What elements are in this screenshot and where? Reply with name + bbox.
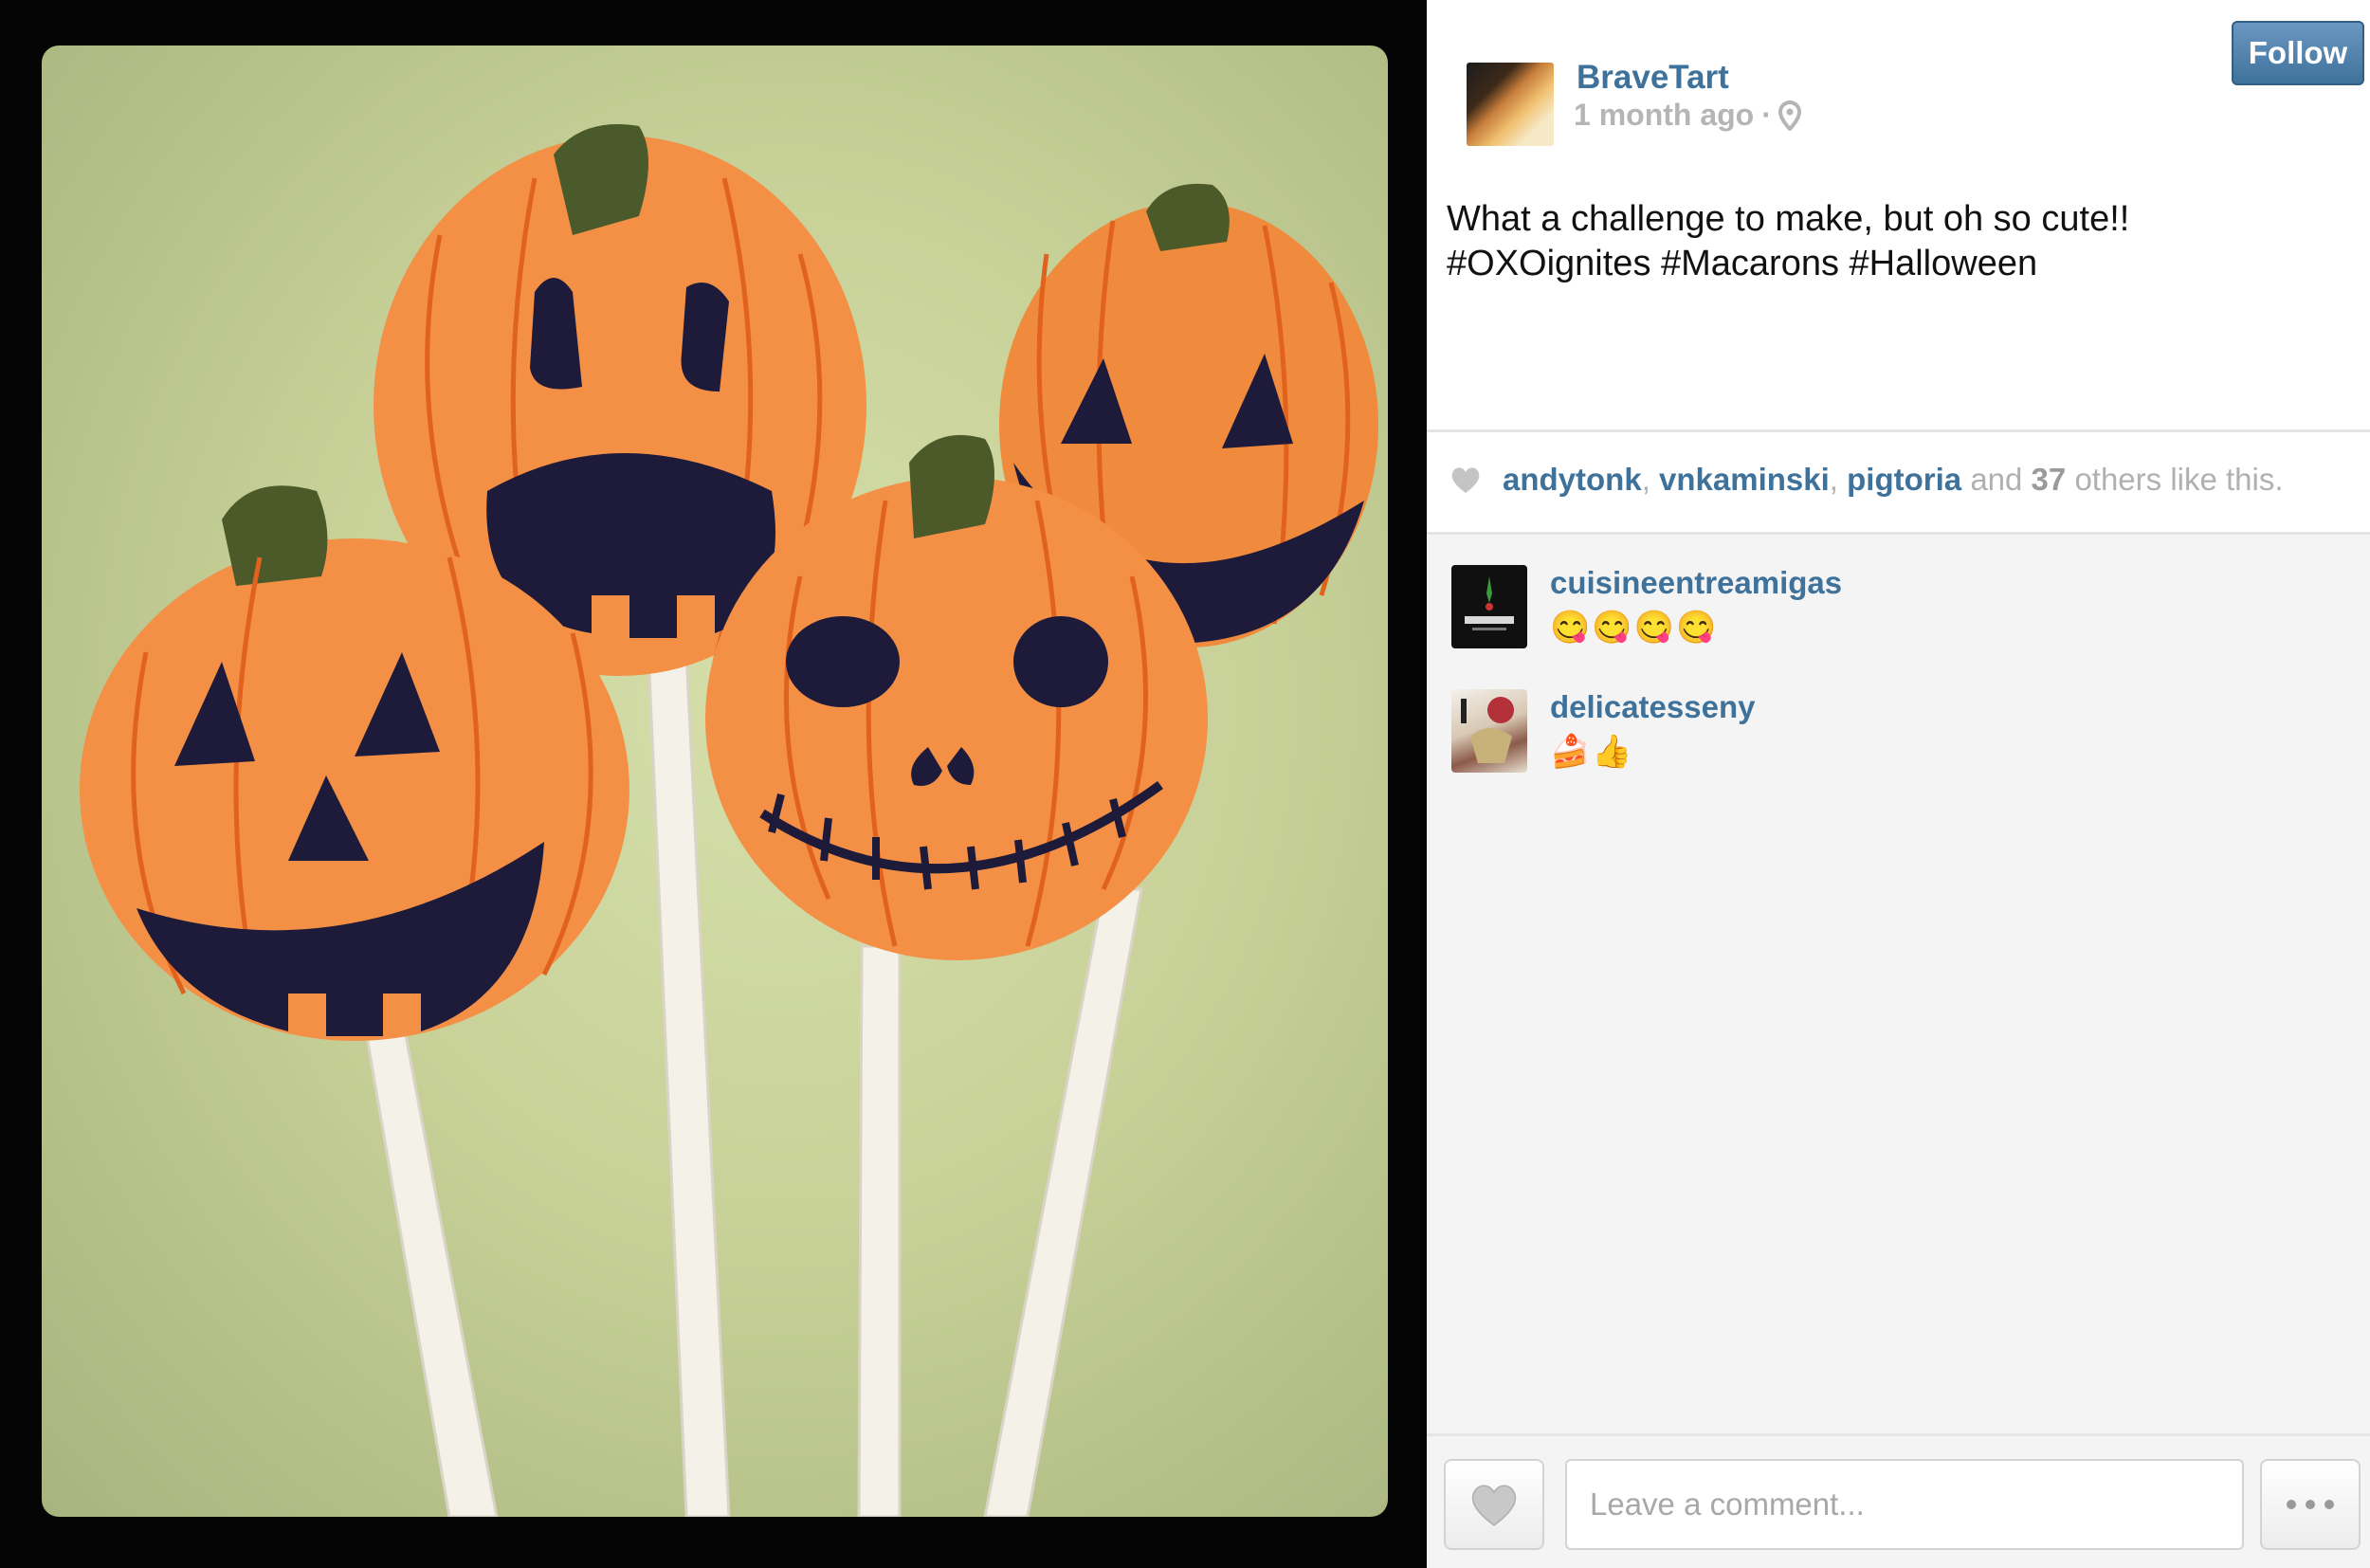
post-time[interactable]: 1 month ago: [1574, 98, 1754, 133]
comment-text: 😋😋😋😋: [1550, 610, 1719, 646]
meta-separator: ·: [1761, 98, 1772, 132]
post-username[interactable]: BraveTart: [1577, 59, 1729, 97]
comment-username[interactable]: delicatesseny: [1550, 689, 1755, 725]
comments-list: cuisineentreamigas 😋😋😋😋 delicatesseny 🍰👍: [1427, 535, 2370, 1433]
post-panel: BraveTart 1 month ago · Follow What a ch…: [1427, 0, 2370, 1568]
location-pin-icon[interactable]: [1778, 100, 1802, 131]
avatar[interactable]: [1467, 63, 1554, 146]
liker-link[interactable]: vnkaminski: [1659, 462, 1830, 498]
likes-suffix: others like this.: [2074, 462, 2284, 497]
post-caption: What a challenge to make, but oh so cute…: [1447, 197, 2347, 286]
caption-hashtags[interactable]: #OXOignites #Macarons #Halloween: [1447, 242, 2347, 286]
commenter-logo: [1465, 576, 1514, 630]
likes-and-text: and: [1970, 462, 2023, 497]
divider: [1427, 429, 2370, 432]
heart-icon: [1471, 1485, 1517, 1526]
liker-link[interactable]: pigtoria: [1847, 462, 1961, 498]
pumpkin-macaron-pops-image: [80, 124, 1378, 1517]
comment-input[interactable]: [1565, 1459, 2244, 1550]
post-header: BraveTart 1 month ago · Follow: [1427, 0, 2370, 171]
liker-link[interactable]: andytonk: [1503, 462, 1642, 498]
comment-text: 🍰👍: [1550, 734, 1634, 770]
likes-row: andytonk, vnkaminski, pigtoria and 37 ot…: [1449, 462, 2284, 498]
more-options-button[interactable]: [2260, 1459, 2361, 1550]
caption-line: What a challenge to make, but oh so cute…: [1447, 199, 2130, 239]
heart-icon: [1451, 467, 1480, 493]
photo-frame: [0, 0, 1427, 1568]
commenter-avatar[interactable]: [1451, 689, 1527, 773]
comment-footer: [1427, 1433, 2370, 1568]
post-meta: 1 month ago ·: [1574, 98, 1802, 133]
likes-count[interactable]: 37: [2032, 462, 2067, 498]
liker-separator: ,: [1829, 462, 1838, 497]
follow-button[interactable]: Follow: [2232, 21, 2364, 85]
comment-username[interactable]: cuisineentreamigas: [1550, 565, 1842, 601]
commenter-logo: [1461, 697, 1514, 763]
commenter-avatar[interactable]: [1451, 565, 1527, 648]
post-photo[interactable]: [42, 46, 1388, 1517]
more-dots-icon: [2287, 1500, 2334, 1509]
like-button[interactable]: [1444, 1459, 1544, 1550]
liker-separator: ,: [1641, 462, 1650, 497]
